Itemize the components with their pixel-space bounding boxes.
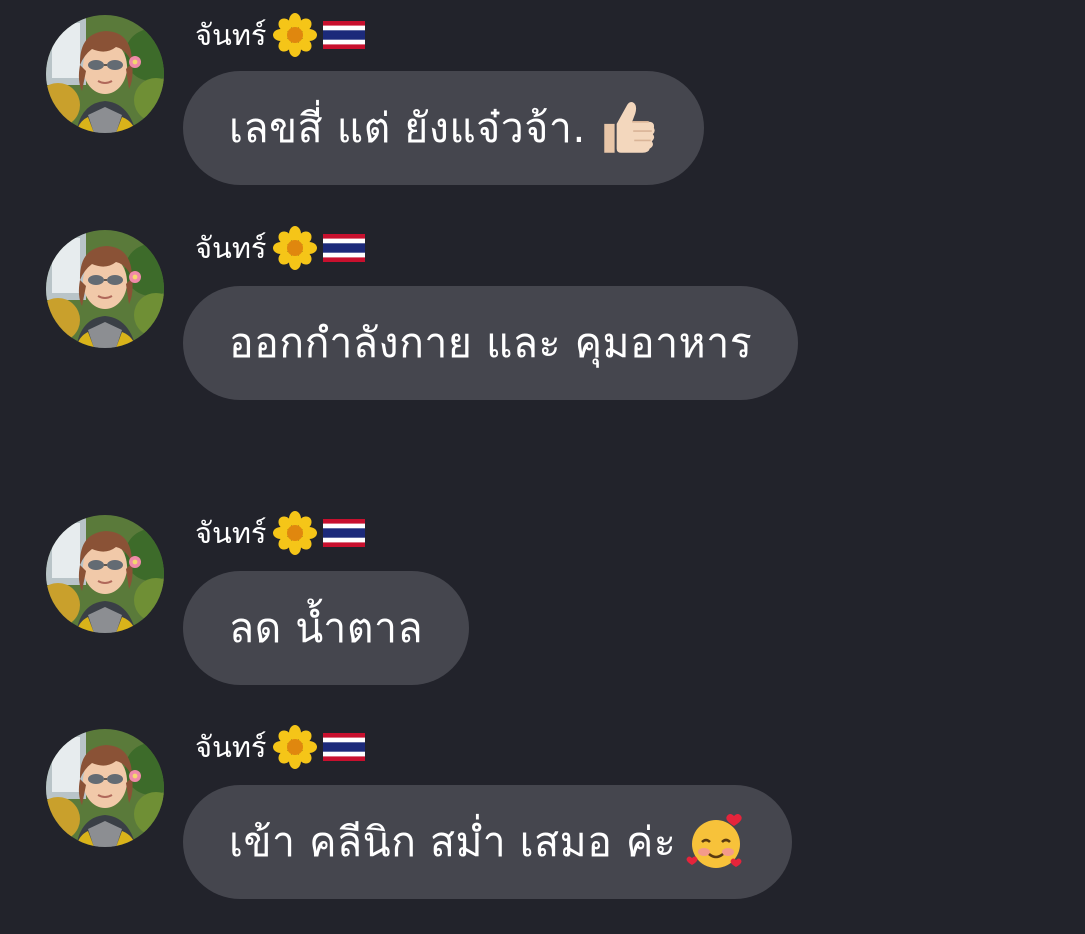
- avatar[interactable]: [46, 230, 164, 348]
- sender-row: จันทร์: [195, 510, 365, 556]
- thailand-flag-icon: [323, 733, 365, 761]
- avatar[interactable]: [46, 15, 164, 133]
- avatar[interactable]: [46, 515, 164, 633]
- sender-name[interactable]: จันทร์: [195, 510, 267, 556]
- message-text: เข้า คลีนิก สม่ำ เสมอ ค่ะ: [229, 818, 677, 866]
- thailand-flag-icon: [323, 234, 365, 262]
- message-text: ลด น้ำตาล: [229, 604, 424, 652]
- avatar[interactable]: [46, 729, 164, 847]
- message-bubble[interactable]: เข้า คลีนิก สม่ำ เสมอ ค่ะ: [183, 785, 793, 899]
- blossom-icon: [273, 13, 317, 57]
- sender-name[interactable]: จันทร์: [195, 724, 267, 770]
- thailand-flag-icon: [323, 519, 365, 547]
- sender-row: จันทร์: [195, 225, 365, 271]
- sender-row: จันทร์: [195, 12, 365, 58]
- message-text: เลขสี่ แต่ ยังแจ๋วจ้า.: [229, 104, 586, 152]
- sender-row: จันทร์: [195, 724, 365, 770]
- blossom-icon: [273, 511, 317, 555]
- sender-name[interactable]: จันทร์: [195, 225, 267, 271]
- thailand-flag-icon: [323, 21, 365, 49]
- blossom-icon: [273, 725, 317, 769]
- blossom-icon: [273, 226, 317, 270]
- message-bubble[interactable]: ออกกำลังกาย และ คุมอาหาร: [183, 286, 799, 400]
- message-text: ออกกำลังกาย และ คุมอาหาร: [229, 319, 753, 367]
- sender-name[interactable]: จันทร์: [195, 12, 267, 58]
- thumbs-up-icon: [596, 97, 658, 159]
- message-bubble[interactable]: ลด น้ำตาล: [183, 571, 470, 685]
- message-bubble[interactable]: เลขสี่ แต่ ยังแจ๋วจ้า.: [183, 71, 704, 185]
- smiling-face-with-hearts-icon: [686, 812, 746, 872]
